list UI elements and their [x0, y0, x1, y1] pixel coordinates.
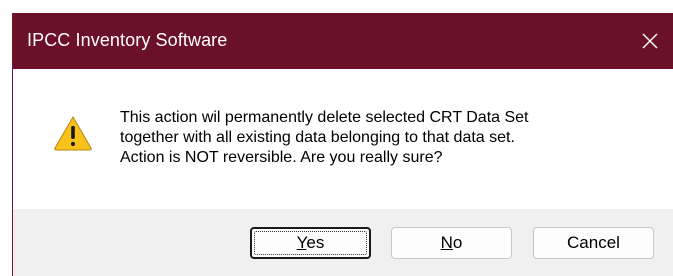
- confirm-delete-dialog: IPCC Inventory Software This action wil …: [12, 13, 673, 276]
- dialog-content: This action wil permanently delete selec…: [13, 69, 673, 209]
- no-label-rest: o: [452, 233, 463, 252]
- title-bar: IPCC Inventory Software: [13, 13, 673, 69]
- no-button[interactable]: No: [391, 227, 512, 259]
- cancel-button[interactable]: Cancel: [533, 227, 654, 259]
- message-line: This action wil permanently delete selec…: [120, 109, 529, 126]
- no-mnemonic: N: [440, 233, 453, 252]
- button-bar: Yes No Cancel: [13, 209, 673, 276]
- cancel-label: Cancel: [567, 233, 620, 252]
- no-label: No: [441, 233, 463, 253]
- confirmation-message: This action wil permanently delete selec…: [120, 108, 660, 168]
- message-line: together with all existing data belongin…: [120, 129, 515, 146]
- yes-button[interactable]: Yes: [250, 227, 371, 259]
- close-icon: [642, 33, 658, 49]
- message-line: Action is NOT reversible. Are you really…: [120, 149, 443, 166]
- dialog-title: IPCC Inventory Software: [27, 30, 228, 50]
- close-button[interactable]: [627, 13, 673, 69]
- focus-ring: [254, 231, 367, 255]
- warning-icon: [54, 116, 92, 151]
